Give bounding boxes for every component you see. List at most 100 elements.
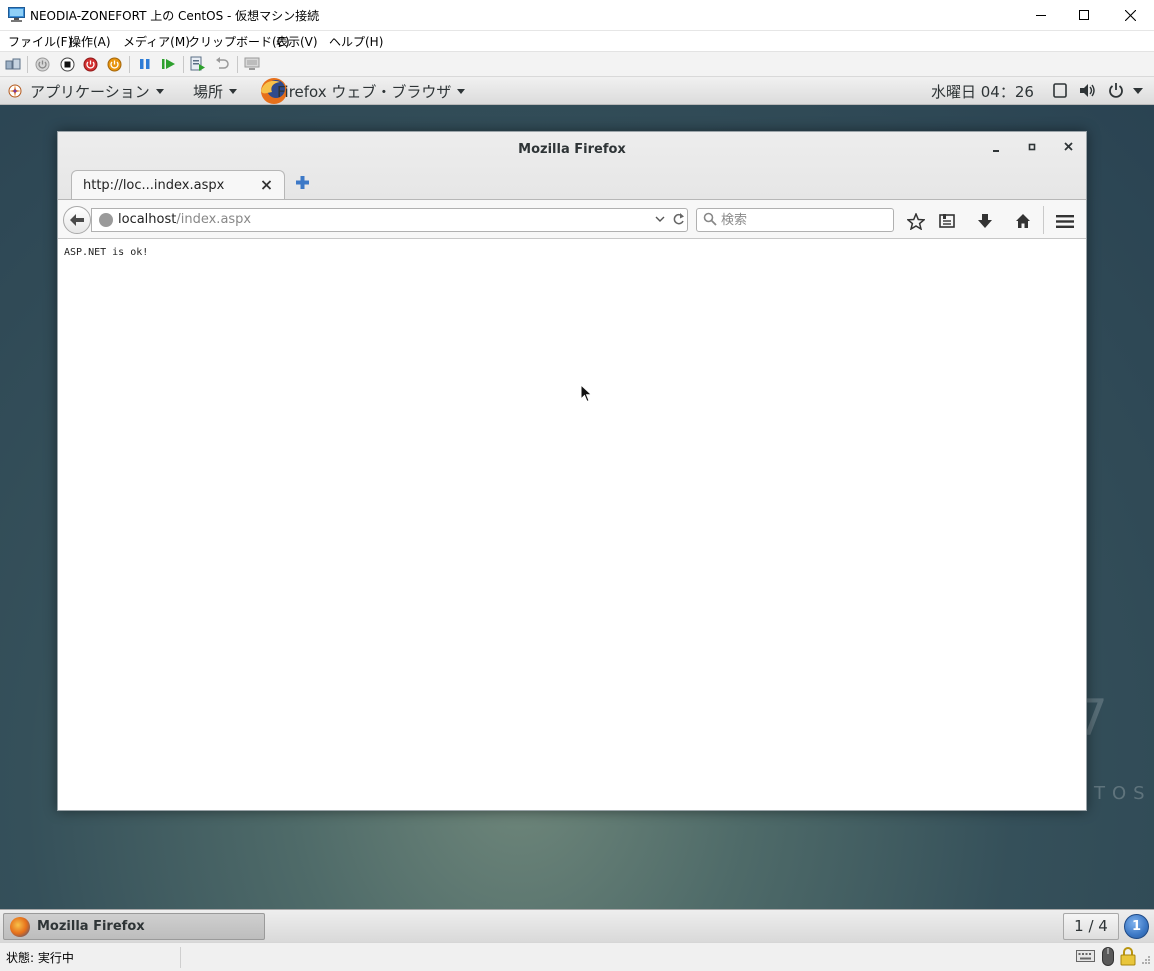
maximize-icon bbox=[1079, 10, 1089, 20]
firefox-minimize-button[interactable] bbox=[988, 140, 1004, 156]
toolbar-separator bbox=[129, 56, 130, 73]
bookmarks-icon bbox=[939, 214, 955, 228]
notification-badge[interactable]: 1 bbox=[1124, 914, 1149, 939]
toolbar-separator bbox=[183, 56, 184, 73]
search-box[interactable] bbox=[696, 208, 894, 232]
places-menu[interactable]: 場所 bbox=[193, 81, 238, 102]
hamburger-menu-icon bbox=[1056, 214, 1074, 228]
tab-title: http://loc...index.aspx bbox=[83, 178, 225, 193]
downloads-button[interactable] bbox=[975, 211, 995, 231]
close-icon bbox=[1063, 142, 1073, 151]
menu-file[interactable]: ファイル(F) bbox=[8, 33, 72, 50]
url-history-dropdown[interactable] bbox=[655, 212, 665, 229]
url-path: /index.aspx bbox=[176, 212, 252, 227]
chevron-down-icon bbox=[155, 89, 164, 94]
vm-status-text: 状態: 実行中 bbox=[6, 951, 74, 965]
menu-bar: ファイル(F) 操作(A) メディア(M) クリップボード(C) 表示(V) ヘ… bbox=[0, 31, 1154, 51]
system-menu-chevron-icon[interactable] bbox=[1133, 88, 1143, 94]
reload-icon bbox=[673, 213, 684, 225]
power-icon[interactable] bbox=[1108, 82, 1124, 98]
reload-button[interactable] bbox=[672, 211, 685, 231]
pause-button[interactable] bbox=[137, 56, 153, 72]
toolbar-divider bbox=[1043, 206, 1044, 234]
status-divider bbox=[180, 947, 181, 968]
maximize-button[interactable] bbox=[1061, 0, 1107, 30]
save-state-button[interactable] bbox=[106, 56, 122, 72]
globe-icon bbox=[99, 213, 113, 227]
firefox-header: Mozilla Firefox http://loc...index.aspx bbox=[58, 132, 1086, 239]
menu-clipboard[interactable]: クリップボード(C) bbox=[188, 33, 290, 50]
play-icon bbox=[162, 59, 175, 69]
vm-toolbar bbox=[0, 51, 1154, 77]
resume-button[interactable] bbox=[161, 56, 177, 72]
back-button[interactable] bbox=[63, 206, 91, 234]
shutdown-icon bbox=[83, 57, 97, 71]
new-tab-button[interactable] bbox=[294, 176, 310, 192]
volume-icon[interactable] bbox=[1079, 83, 1096, 98]
clock[interactable]: 水曜日 04：26 bbox=[931, 81, 1034, 102]
bookmark-star-button[interactable] bbox=[906, 211, 926, 231]
gnome-top-bar: アプリケーション 場所 Firefox ウェブ・ブラウザ 水曜日 04：26 bbox=[0, 77, 1154, 105]
save-state-icon bbox=[107, 57, 121, 71]
mouse-icon bbox=[1102, 947, 1114, 966]
firefox-close-button[interactable] bbox=[1060, 140, 1076, 156]
ctrl-alt-del-button[interactable] bbox=[5, 56, 21, 72]
enhanced-session-button[interactable] bbox=[244, 56, 260, 72]
download-arrow-icon bbox=[978, 214, 992, 228]
menu-help[interactable]: ヘルプ(H) bbox=[329, 33, 383, 50]
url-bar[interactable]: localhost/index.aspx bbox=[91, 208, 688, 232]
ctrl-alt-del-icon bbox=[5, 58, 21, 70]
minimize-icon bbox=[1036, 15, 1046, 16]
open-menu-button[interactable] bbox=[1055, 211, 1075, 231]
search-input[interactable] bbox=[721, 211, 887, 229]
taskbar-item-firefox[interactable]: Mozilla Firefox bbox=[3, 913, 265, 940]
workspace-indicator[interactable]: 1 / 4 bbox=[1063, 913, 1119, 940]
resize-grip-icon[interactable] bbox=[1141, 955, 1151, 965]
firefox-window-title: Mozilla Firefox bbox=[518, 142, 626, 157]
star-icon bbox=[907, 212, 925, 230]
centos-watermark-text: TOS bbox=[1094, 783, 1152, 804]
keyboard-icon bbox=[1076, 950, 1095, 962]
minimize-button[interactable] bbox=[1018, 0, 1064, 30]
enhanced-session-icon bbox=[244, 57, 260, 70]
firefox-logo-icon bbox=[10, 917, 30, 937]
page-content: ASP.NET is ok! bbox=[58, 240, 1086, 810]
navigation-toolbar: localhost/index.aspx bbox=[58, 199, 1086, 239]
lock-icon bbox=[1120, 947, 1136, 966]
shut-down-button[interactable] bbox=[82, 56, 98, 72]
tab-close-icon[interactable] bbox=[261, 177, 272, 197]
page-body-text: ASP.NET is ok! bbox=[64, 247, 149, 258]
search-icon bbox=[703, 212, 717, 226]
close-button[interactable] bbox=[1107, 0, 1153, 30]
window-icon[interactable] bbox=[1053, 83, 1067, 98]
pause-icon bbox=[140, 59, 150, 69]
chevron-down-icon bbox=[655, 216, 665, 222]
checkpoint-icon bbox=[190, 56, 205, 71]
menu-view[interactable]: 表示(V) bbox=[276, 33, 318, 50]
power-start-icon bbox=[35, 57, 49, 71]
firefox-maximize-button[interactable] bbox=[1024, 140, 1040, 156]
url-text: localhost/index.aspx bbox=[118, 212, 251, 227]
applications-menu-icon bbox=[8, 84, 22, 98]
tab-active[interactable]: http://loc...index.aspx bbox=[71, 170, 285, 200]
chevron-down-icon bbox=[457, 89, 466, 94]
home-button[interactable] bbox=[1013, 211, 1033, 231]
menu-action[interactable]: 操作(A) bbox=[69, 33, 111, 50]
places-menu-label: 場所 bbox=[193, 83, 224, 101]
revert-icon bbox=[216, 57, 229, 69]
bookmarks-menu-button[interactable] bbox=[937, 211, 957, 231]
active-app-menu[interactable]: Firefox ウェブ・ブラウザ bbox=[277, 81, 466, 102]
applications-menu[interactable]: アプリケーション bbox=[30, 81, 164, 102]
close-icon bbox=[1124, 9, 1136, 21]
checkpoint-button[interactable] bbox=[190, 56, 206, 72]
minimize-icon bbox=[993, 150, 999, 152]
url-host: localhost bbox=[118, 212, 177, 227]
start-button[interactable] bbox=[34, 56, 50, 72]
stop-icon bbox=[60, 57, 74, 71]
vm-connection-titlebar: NEODIA-ZONEFORT 上の CentOS - 仮想マシン接続 bbox=[0, 0, 1154, 31]
plus-icon bbox=[295, 176, 309, 189]
turn-off-button[interactable] bbox=[59, 56, 75, 72]
menu-media[interactable]: メディア(M) bbox=[123, 33, 190, 50]
revert-button[interactable] bbox=[214, 56, 230, 72]
maximize-icon bbox=[1028, 143, 1036, 151]
